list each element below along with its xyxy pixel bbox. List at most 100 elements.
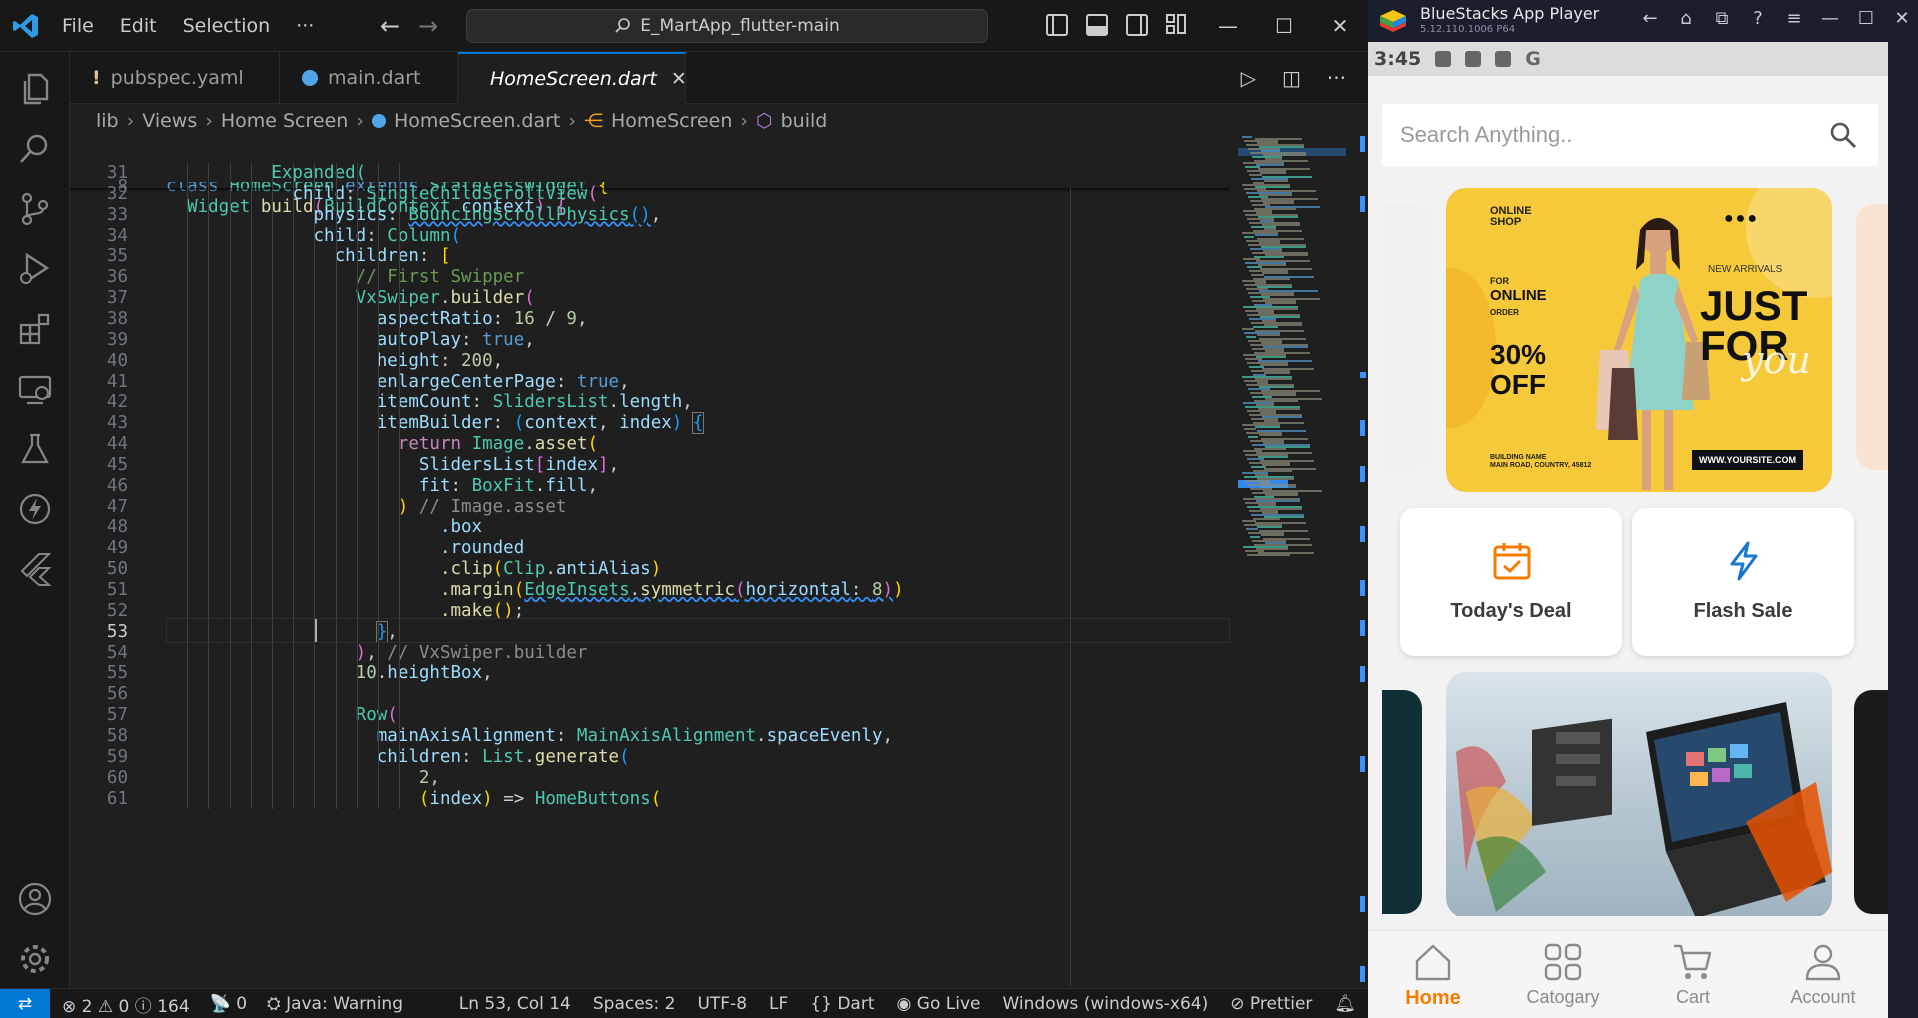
toggle-secondary-sidebar-icon[interactable] xyxy=(1126,14,1148,36)
platform-indicator[interactable]: Windows (windows-x64) xyxy=(1002,994,1208,1014)
home-icon[interactable]: ⌂ xyxy=(1674,8,1698,29)
accounts-icon[interactable] xyxy=(16,880,54,918)
close-tab-icon[interactable]: ✕ xyxy=(671,68,687,90)
source-control-icon[interactable] xyxy=(16,190,54,228)
nav-home[interactable]: Home xyxy=(1368,931,1498,1018)
multi-instance-icon[interactable]: ⧉ xyxy=(1710,8,1734,29)
menu-bar: File Edit Selection ··· xyxy=(62,0,314,52)
code-token: 200 xyxy=(461,350,493,371)
code-line[interactable]: 61 (index) => HomeButtons( xyxy=(70,789,1230,814)
bluestacks-version: 5.12.110.1006 P64 xyxy=(1420,24,1516,35)
problems-indicator[interactable]: ⊗ 2 ⚠ 0 ⓘ 164 xyxy=(62,992,190,1017)
minimap-line xyxy=(1260,172,1286,174)
help-icon[interactable]: ? xyxy=(1746,8,1770,29)
tab-main-dart[interactable]: main.dart xyxy=(280,52,458,104)
breadcrumb-method[interactable]: build xyxy=(781,110,828,132)
line-number: 60 xyxy=(106,767,128,788)
close-window-icon[interactable]: ✕ xyxy=(1890,8,1914,29)
breadcrumb-home-screen[interactable]: Home Screen xyxy=(221,110,348,132)
command-center[interactable]: E_MartApp_flutter-main xyxy=(466,9,988,43)
breadcrumb-class[interactable]: HomeScreen xyxy=(611,110,732,132)
todays-deal-label: Today's Deal xyxy=(1450,600,1572,622)
flash-sale-button[interactable]: Flash Sale xyxy=(1632,508,1854,656)
search-sidebar-icon[interactable] xyxy=(16,130,54,168)
todays-deal-button[interactable]: Today's Deal xyxy=(1400,508,1622,656)
toggle-primary-sidebar-icon[interactable] xyxy=(1046,14,1068,36)
forward-arrow-icon[interactable]: → xyxy=(418,12,438,40)
breadcrumb-lib[interactable]: lib xyxy=(96,110,119,132)
back-arrow-icon[interactable]: ← xyxy=(380,12,400,40)
code-token: 10 xyxy=(355,663,377,684)
banner-slide[interactable]: ONLINE SHOP ●●● FOR ONLINE ORDER 30%OFF xyxy=(1446,188,1832,492)
code-token: List xyxy=(482,746,525,767)
line-number: 36 xyxy=(106,267,128,288)
toggle-panel-icon[interactable] xyxy=(1086,14,1108,36)
indentation[interactable]: Spaces: 2 xyxy=(593,994,676,1014)
menu-selection[interactable]: Selection xyxy=(183,15,271,37)
product-swiper[interactable] xyxy=(1368,670,1888,916)
remote-explorer-icon[interactable] xyxy=(16,370,54,408)
minimap[interactable] xyxy=(1238,136,1348,986)
ports-indicator[interactable]: 📡 0 xyxy=(210,994,247,1014)
tab-homescreen-dart[interactable]: HomeScreen.dart ✕ xyxy=(458,52,687,104)
notifications-bell-icon[interactable]: 🔔︎ xyxy=(1334,994,1356,1014)
language-mode[interactable]: {} Dart xyxy=(810,994,874,1014)
explorer-icon[interactable] xyxy=(16,70,54,108)
code-token: context xyxy=(524,413,599,434)
end-of-line[interactable]: LF xyxy=(769,994,788,1014)
screen: File Edit Selection ··· ← → E_MartApp_fl… xyxy=(0,0,1918,1018)
code-token: itemCount xyxy=(376,392,472,413)
close-window-icon[interactable]: ✕ xyxy=(1312,0,1368,52)
yaml-warning-icon: ! xyxy=(92,67,101,89)
code-text: enlargeCenterPage: true, xyxy=(376,371,630,392)
code-text: Row( xyxy=(355,705,398,726)
extensions-icon[interactable] xyxy=(16,310,54,348)
laptop-banner-image[interactable] xyxy=(1446,672,1832,916)
thunder-client-icon[interactable] xyxy=(16,490,54,528)
breadcrumb-file[interactable]: HomeScreen.dart xyxy=(394,110,560,132)
code-editor[interactable]: 6 class HomeScreen extends StatelessWidg… xyxy=(70,136,1230,986)
menu-icon[interactable]: ≡ xyxy=(1782,8,1806,29)
split-editor-icon[interactable]: ◫ xyxy=(1282,66,1301,90)
maximize-icon[interactable]: ☐ xyxy=(1256,0,1312,52)
search-input[interactable] xyxy=(1400,118,1800,152)
nav-account[interactable]: Account xyxy=(1758,931,1888,1018)
menu-edit[interactable]: Edit xyxy=(120,15,157,37)
calendar-check-icon xyxy=(1493,543,1531,580)
more-actions-icon[interactable]: ··· xyxy=(1327,66,1346,90)
nav-cart[interactable]: Cart xyxy=(1628,931,1758,1018)
run-debug-icon[interactable] xyxy=(16,250,54,288)
nav-label: Cart xyxy=(1675,987,1710,1007)
minimap-line xyxy=(1264,372,1290,374)
remote-indicator-icon[interactable]: ⇄ xyxy=(0,989,50,1018)
cursor-position[interactable]: Ln 53, Col 14 xyxy=(459,994,571,1014)
go-live-button[interactable]: ◉ Go Live xyxy=(897,994,981,1014)
minimap-line xyxy=(1253,518,1280,520)
banner-swiper[interactable]: ONLINE SHOP ●●● FOR ONLINE ORDER 30%OFF xyxy=(1368,186,1888,496)
code-token: 2 xyxy=(418,767,430,788)
back-icon[interactable]: ← xyxy=(1638,8,1662,29)
breadcrumb-views[interactable]: Views xyxy=(142,110,197,132)
code-token: true xyxy=(482,329,525,350)
scrollbar[interactable] xyxy=(1358,136,1366,986)
line-number: 34 xyxy=(106,225,128,246)
encoding[interactable]: UTF-8 xyxy=(697,994,747,1014)
testing-icon[interactable] xyxy=(16,430,54,468)
flutter-icon[interactable] xyxy=(16,550,54,588)
status-bar: ⇄ ⊗ 2 ⚠ 0 ⓘ 164 📡 0 ⛭ Java: Warning Ln 5… xyxy=(0,988,1368,1018)
java-status[interactable]: ⛭ Java: Warning xyxy=(267,994,403,1014)
minimize-icon[interactable]: — xyxy=(1818,8,1842,29)
prettier-indicator[interactable]: ⊘ Prettier xyxy=(1230,994,1312,1014)
minimize-icon[interactable]: — xyxy=(1200,0,1256,52)
maximize-icon[interactable]: ☐ xyxy=(1854,8,1878,29)
run-icon[interactable]: ▷ xyxy=(1241,66,1256,90)
menu-file[interactable]: File xyxy=(62,15,94,37)
menu-more[interactable]: ··· xyxy=(296,15,314,37)
tab-pubspec-yaml[interactable]: ! pubspec.yaml xyxy=(70,52,280,104)
nav-category[interactable]: Catogary xyxy=(1498,931,1628,1018)
customize-layout-icon[interactable] xyxy=(1166,14,1188,36)
account-icon xyxy=(1805,944,1841,981)
search-icon[interactable] xyxy=(1828,120,1858,150)
manage-gear-icon[interactable] xyxy=(16,940,54,978)
code-token: EdgeInsets xyxy=(524,580,630,600)
